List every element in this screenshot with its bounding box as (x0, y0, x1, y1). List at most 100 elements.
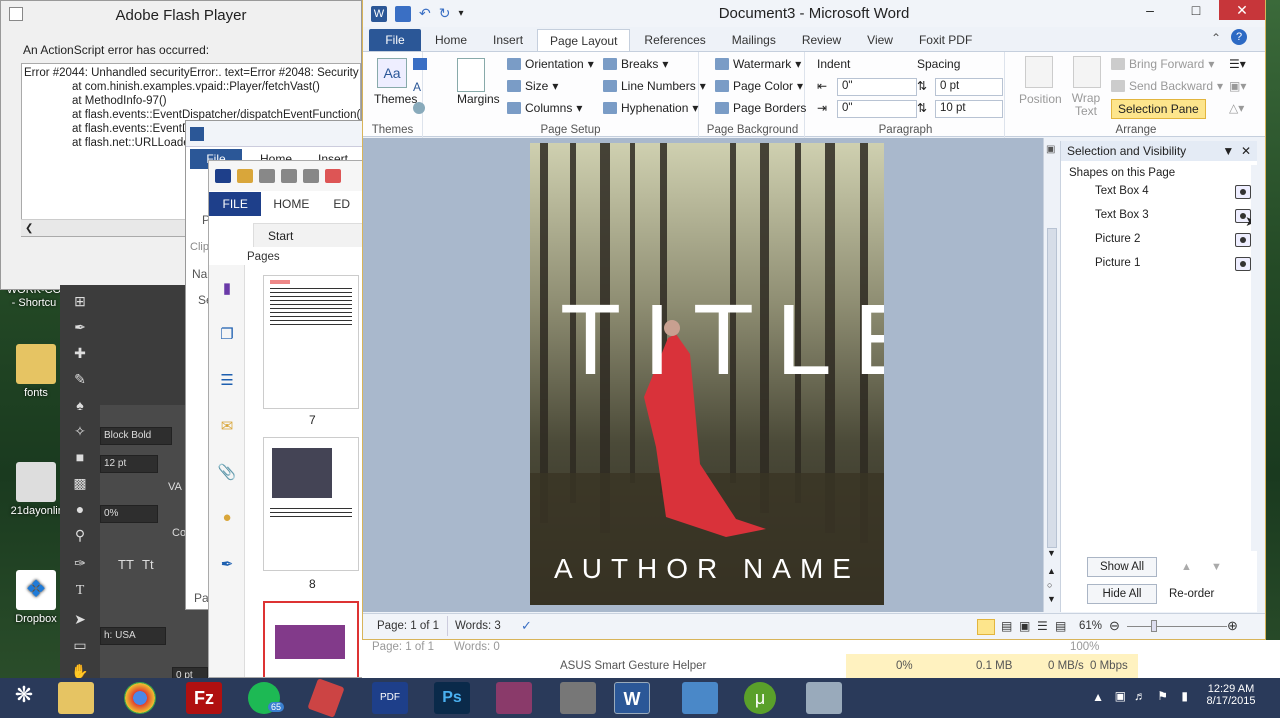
font-size-field[interactable]: 12 pt (100, 455, 158, 473)
tab-home[interactable]: Home (423, 29, 479, 51)
ccleaner-icon[interactable] (307, 678, 345, 718)
save-icon[interactable] (395, 5, 411, 22)
watermark-button[interactable]: Watermark ▾ (715, 57, 801, 71)
shape-item[interactable]: Picture 2 (1095, 233, 1140, 245)
foxit-file-tab[interactable]: FILE (209, 192, 262, 216)
network-icon[interactable]: ▣ (1115, 689, 1126, 703)
crop-tool-icon[interactable]: ⊞ (68, 293, 92, 315)
pane-scrollbar[interactable] (1251, 165, 1258, 551)
hyphenation-button[interactable]: Hyphenation ▾ (603, 101, 698, 115)
print-layout-icon[interactable] (977, 619, 995, 635)
maximize-icon[interactable]: □ (1173, 0, 1219, 20)
page-color-button[interactable]: Page Color ▾ (715, 79, 803, 93)
healing-tool-icon[interactable]: ✚ (68, 345, 92, 367)
undo-icon[interactable]: ↶ (419, 5, 431, 22)
comments-icon[interactable]: ✉ (216, 417, 238, 439)
size-button[interactable]: Size ▾ (507, 79, 558, 93)
scale-field[interactable]: 0% (100, 505, 158, 523)
zoom-out-icon[interactable]: ⊖ (1109, 618, 1120, 634)
position-icon[interactable] (1025, 56, 1053, 88)
tab-file[interactable]: File (369, 29, 421, 51)
start-tab[interactable]: Start (253, 223, 362, 247)
page-thumbnail[interactable] (263, 275, 359, 409)
shape-item[interactable]: Text Box 3 (1095, 209, 1149, 221)
hide-all-button[interactable]: Hide All (1087, 584, 1157, 604)
zoom-slider[interactable] (1127, 626, 1227, 627)
pages-icon[interactable]: ❐ (216, 325, 238, 347)
shape-item[interactable]: Picture 1 (1095, 257, 1140, 269)
outline-icon[interactable]: ☰ (1037, 619, 1048, 633)
new-icon[interactable] (325, 169, 341, 183)
open-icon[interactable] (237, 169, 253, 183)
bookmark-icon[interactable]: ▮ (216, 279, 238, 301)
clock[interactable]: 12:29 AM 8/17/2015 (1198, 683, 1264, 707)
redo-icon[interactable]: ↻ (439, 5, 451, 22)
tab-page-layout[interactable]: Page Layout (537, 29, 631, 51)
send-backward-button[interactable]: Send Backward ▾ (1111, 79, 1223, 93)
tab-references[interactable]: References (632, 29, 717, 51)
spacing-before-input[interactable]: 0 pt (935, 78, 1003, 96)
layers-icon[interactable]: ☰ (216, 371, 238, 393)
eraser-tool-icon[interactable]: ■ (68, 449, 92, 471)
close-icon[interactable]: ✕ (1219, 0, 1265, 20)
rotate-icon[interactable]: △▾ (1229, 101, 1244, 115)
lock-icon[interactable]: ● (216, 509, 238, 531)
dodge-tool-icon[interactable]: ⚲ (68, 527, 92, 549)
position-button[interactable]: Position (1019, 92, 1062, 106)
type-tool-icon[interactable]: T (68, 583, 92, 605)
previous-page-icon[interactable]: ▲ (1047, 566, 1056, 576)
zoom-level[interactable]: 61% (1079, 620, 1102, 632)
visibility-eye-icon[interactable] (1235, 233, 1251, 247)
spacing-after-input[interactable]: 10 pt (935, 100, 1003, 118)
flag-icon[interactable]: ⚑ (1157, 689, 1168, 703)
wrap-text-button[interactable]: Wrap Text (1071, 92, 1101, 118)
pen-tool-icon[interactable]: ✑ (68, 555, 92, 577)
minimize-ribbon-icon[interactable]: ⌃ (1211, 31, 1221, 45)
indent-right-input[interactable]: 0" (837, 100, 917, 118)
scroll-thumb[interactable] (1047, 228, 1057, 548)
gradient-tool-icon[interactable]: ▩ (68, 475, 92, 497)
selection-pane-button[interactable]: Selection Pane (1111, 99, 1206, 119)
process-name[interactable]: ASUS Smart Gesture Helper (560, 660, 706, 672)
scroll-down-icon[interactable]: ▼ (1047, 548, 1056, 558)
cover-title[interactable]: TITLE (560, 283, 884, 398)
tab-foxit-pdf[interactable]: Foxit PDF (907, 29, 984, 51)
language-field[interactable]: h: USA (100, 627, 166, 645)
photoshop-taskbar-icon[interactable]: Ps (434, 682, 470, 714)
scroll-left-icon[interactable]: ❮ (21, 223, 33, 234)
zoom-slider-thumb[interactable] (1151, 620, 1157, 632)
signature-icon[interactable]: ✒ (216, 555, 238, 577)
battery-icon[interactable]: ▮ (1181, 689, 1188, 703)
bring-forward-button[interactable]: Bring Forward ▾ (1111, 57, 1214, 71)
chrome-icon[interactable] (124, 682, 156, 714)
save-icon[interactable] (259, 169, 275, 183)
visibility-eye-icon[interactable] (1235, 185, 1251, 199)
font-style-field[interactable]: Block Bold (100, 427, 172, 445)
photos-icon[interactable] (682, 682, 718, 714)
draft-icon[interactable]: ▤ (1055, 619, 1066, 633)
align-icon[interactable]: ☰▾ (1229, 57, 1246, 71)
word-count[interactable]: Words: 3 (455, 620, 501, 632)
foxit-taskbar-icon[interactable]: PDF (372, 682, 408, 714)
help-icon[interactable]: ? (1231, 29, 1247, 45)
group-objects-icon[interactable]: ▣▾ (1229, 79, 1246, 93)
path-select-icon[interactable]: ➤ (68, 611, 92, 633)
margins-icon[interactable] (457, 58, 485, 92)
tab-review[interactable]: Review (790, 29, 853, 51)
ruler-toggle-icon[interactable]: ▣ (1046, 144, 1055, 155)
start-paw-icon[interactable]: ❋ (6, 682, 42, 714)
all-caps-button[interactable]: TT (118, 557, 134, 572)
page-thumbnail[interactable] (263, 437, 359, 571)
customize-toolbar-icon[interactable]: ▾ (458, 8, 463, 19)
scan-icon[interactable] (303, 169, 319, 183)
move-up-icon[interactable]: ▲ (1181, 561, 1192, 573)
file-explorer-icon[interactable] (58, 682, 94, 714)
columns-button[interactable]: Columns ▾ (507, 101, 582, 115)
theme-effects-icon[interactable] (413, 102, 425, 114)
zoom-in-icon[interactable]: ⊕ (1227, 618, 1238, 634)
task-manager-icon[interactable] (560, 682, 596, 714)
word-taskbar-icon[interactable]: W (614, 682, 650, 714)
volume-icon[interactable]: ♬ (1134, 689, 1146, 703)
winrar-icon[interactable] (496, 682, 532, 714)
minimize-icon[interactable]: – (1127, 0, 1173, 20)
